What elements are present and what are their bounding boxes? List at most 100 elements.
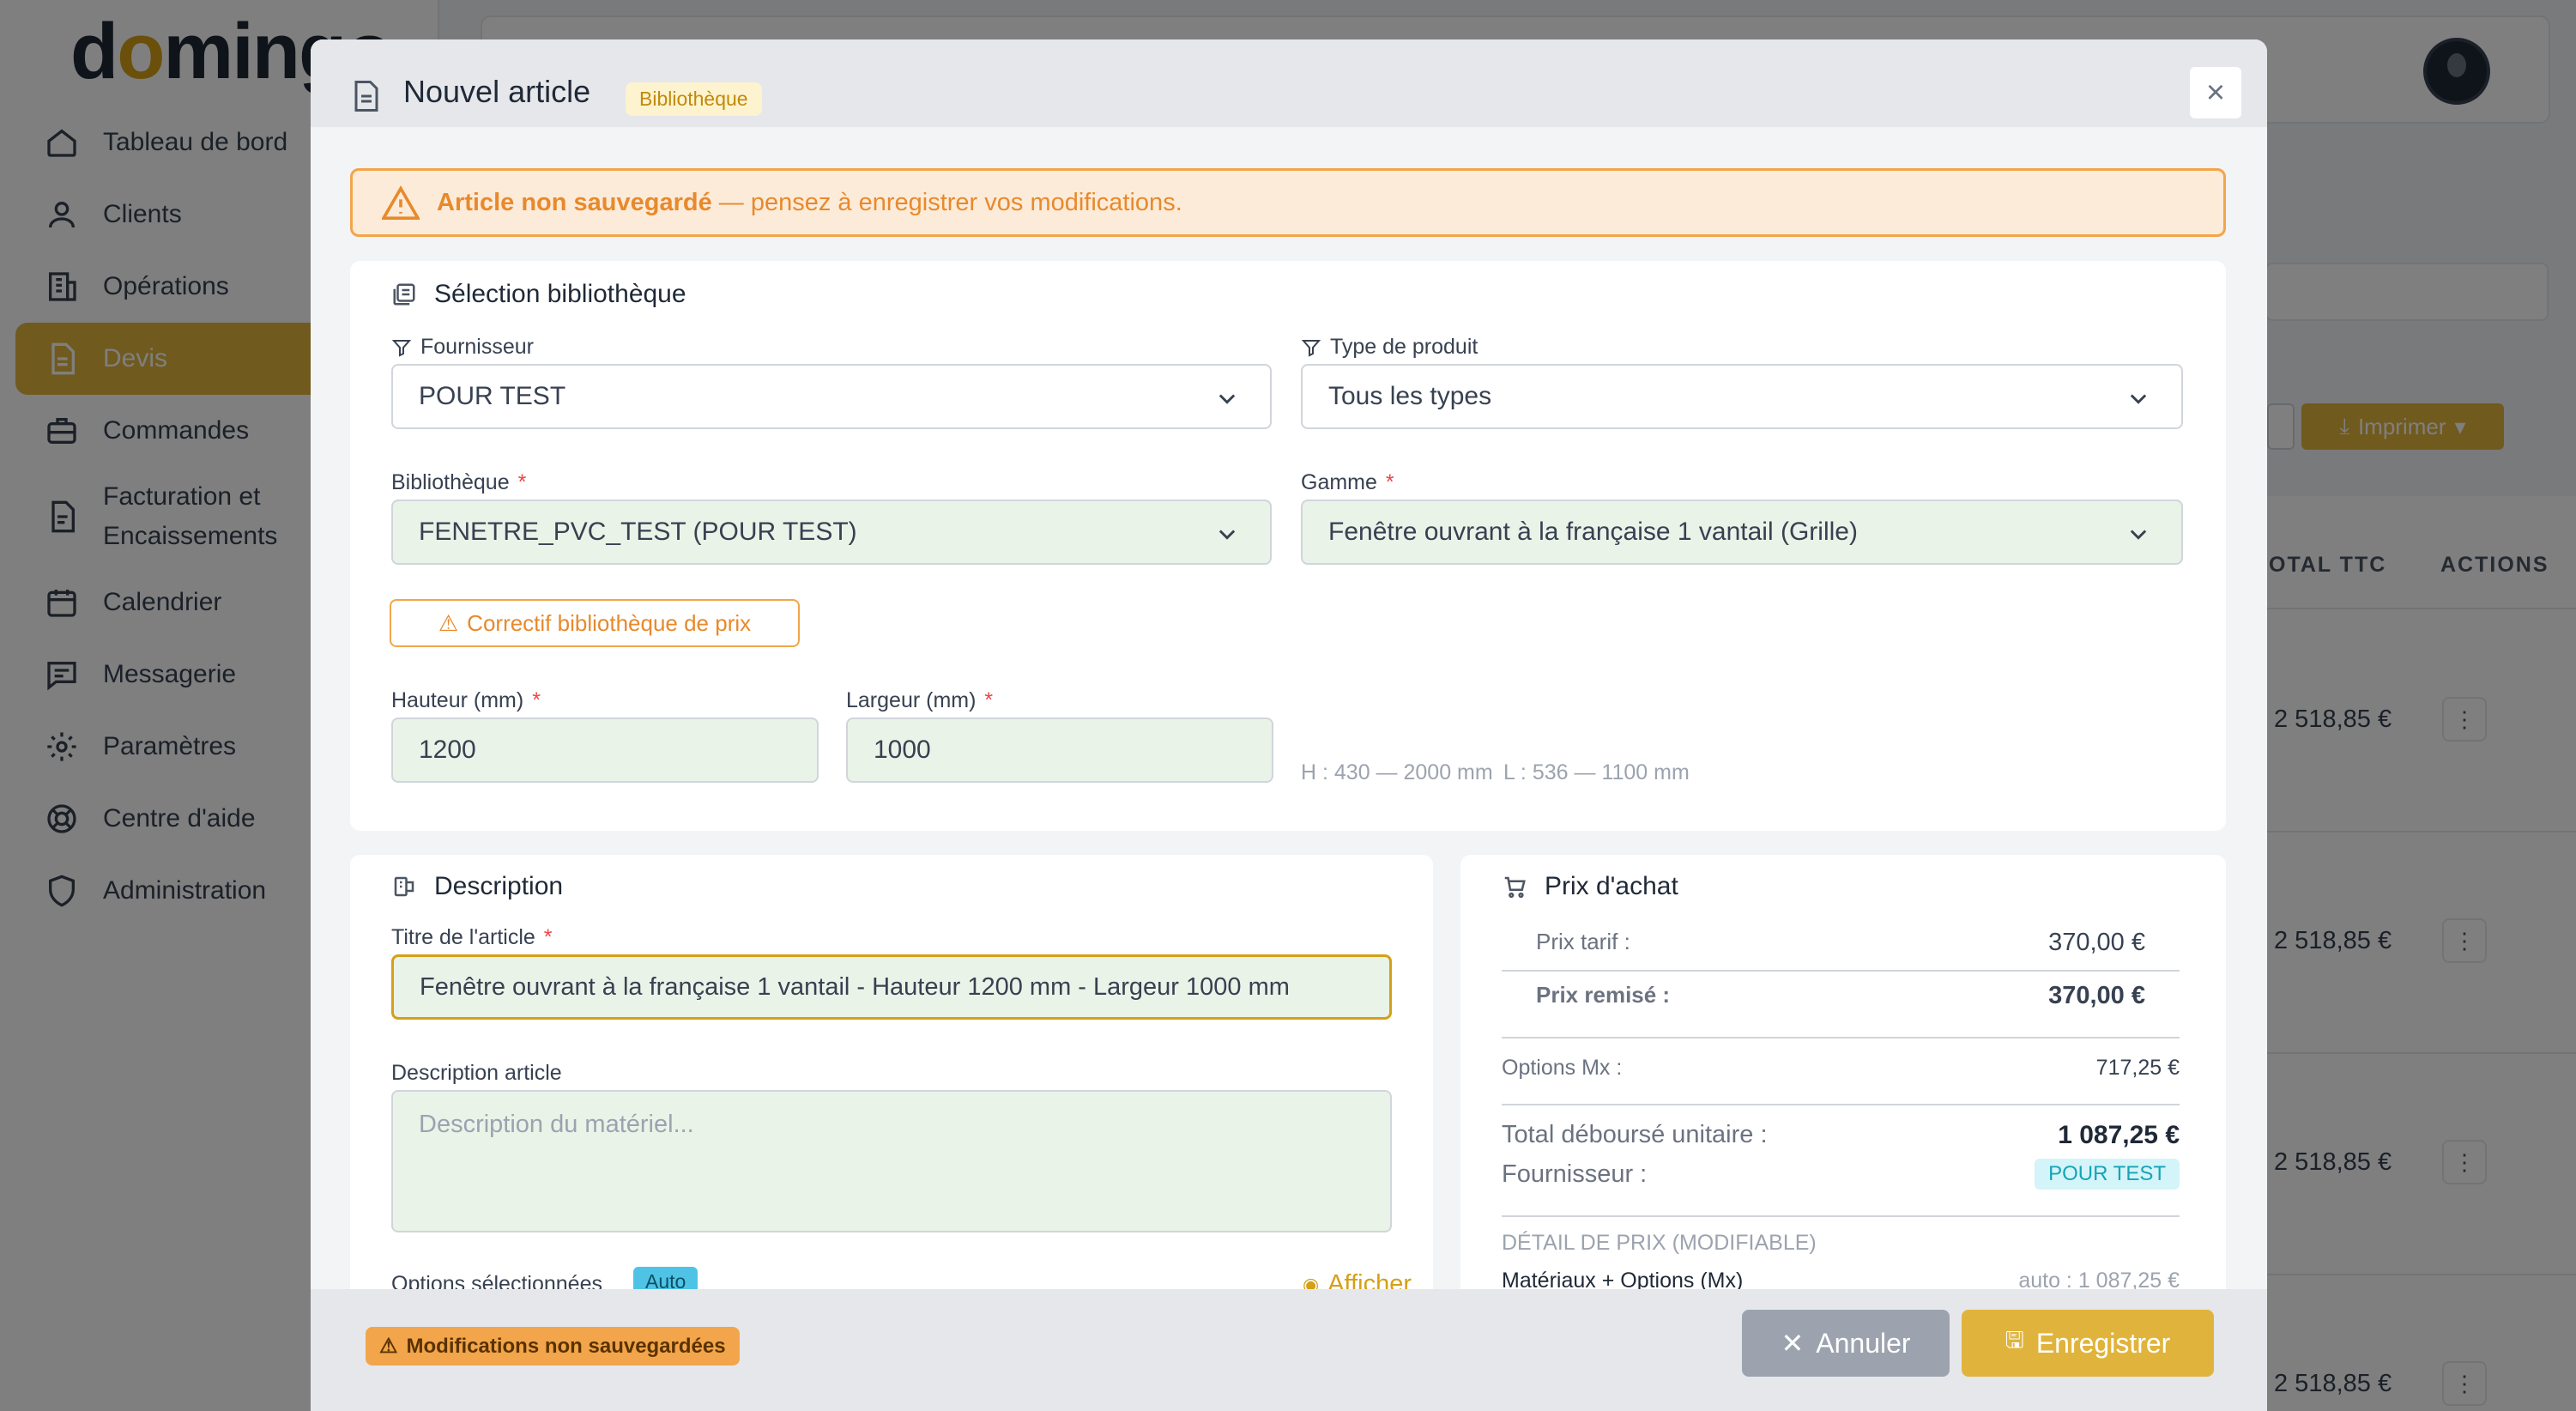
description-card: Description Titre de l'article * Fenêtre … (350, 855, 1433, 1329)
modal-footer: ⚠ Modifications non sauvegardées ✕ Annul… (311, 1289, 2267, 1411)
options-mx-value: 717,25 € (2095, 1056, 2180, 1080)
titre-label: Titre de l'article * (391, 925, 553, 950)
tag-icon (394, 876, 414, 897)
required-marker: * (984, 688, 994, 712)
fournisseur-price-label: Fournisseur : (1502, 1160, 1648, 1188)
gamme-select[interactable]: Fenêtre ouvrant à la française 1 vantail… (1301, 500, 2183, 565)
correctif-button[interactable]: ⚠ Correctif bibliothèque de prix (390, 599, 800, 647)
close-icon: ✕ (1781, 1328, 1805, 1359)
modal-header: Nouvel article Bibliothèque × (311, 39, 2267, 127)
modal-body: Article non sauvegardé — pensez à enregi… (311, 127, 2267, 1329)
close-button[interactable]: × (2188, 65, 2243, 120)
modal-title: Nouvel article (403, 74, 591, 109)
chevron-down-icon (1218, 394, 1236, 404)
options-mx-label: Options Mx : (1502, 1056, 1623, 1080)
largeur-range-hint: L : 536 — 1100 mm (1503, 760, 1690, 784)
hauteur-input[interactable]: 1200 (391, 718, 819, 783)
gamme-label-text: Gamme (1301, 470, 1377, 494)
bibliotheque-label-text: Bibliothèque (391, 470, 510, 494)
card-title-text: Prix d'achat (1545, 872, 1678, 900)
hauteur-range-hint: H : 430 — 2000 mm (1301, 760, 1493, 784)
total-row: Total déboursé unitaire : 1 087,25 € (1502, 1121, 2180, 1150)
required-marker: * (543, 925, 553, 949)
card-title: Sélection bibliothèque (391, 280, 686, 309)
save-button-label: Enregistrer (2035, 1327, 2171, 1359)
library-selection-card: Sélection bibliothèque Fournisseur POUR … (350, 261, 2226, 831)
total-label: Total déboursé unitaire : (1502, 1121, 1768, 1148)
prix-remise-row: Prix remisé : 370,00 € (1502, 982, 2180, 1010)
fournisseur-value: POUR TEST (419, 382, 566, 410)
warning-icon (382, 185, 420, 220)
library-icon (393, 283, 415, 306)
largeur-input[interactable]: 1000 (846, 718, 1273, 783)
titre-label-text: Titre de l'article (391, 925, 535, 949)
alert-text: — pensez à enregistrer vos modifications… (711, 188, 1182, 216)
description-label: Description article (391, 1061, 562, 1086)
titre-value: Fenêtre ouvrant à la française 1 vantail… (420, 972, 1290, 1001)
description-label-text: Description article (391, 1061, 562, 1085)
card-title: Prix d'achat (1502, 872, 1678, 901)
new-article-modal: Nouvel article Bibliothèque × Article no… (311, 39, 2267, 1411)
divider (1502, 1215, 2180, 1217)
prix-tarif-label: Prix tarif : (1536, 929, 1630, 954)
close-icon: × (2205, 74, 2226, 111)
card-title-text: Sélection bibliothèque (434, 280, 686, 308)
save-icon: 🖫 (2005, 1327, 2024, 1353)
type-value: Tous les types (1328, 382, 1492, 410)
gamme-label: Gamme * (1301, 470, 1394, 495)
cart-icon (1504, 876, 1526, 899)
fournisseur-select[interactable]: POUR TEST (391, 364, 1272, 429)
unsaved-badge-text: Modifications non sauvegardées (406, 1334, 726, 1358)
fournisseur-row: Fournisseur : POUR TEST (1502, 1159, 2180, 1190)
largeur-label: Largeur (mm) * (846, 688, 993, 713)
fournisseur-label-text: Fournisseur (420, 335, 534, 359)
gamme-value: Fenêtre ouvrant à la française 1 vantail… (1328, 518, 1858, 546)
unsaved-alert: Article non sauvegardé — pensez à enregi… (350, 168, 2226, 237)
largeur-value: 1000 (874, 736, 931, 764)
required-marker: * (532, 688, 541, 712)
cancel-button-label: Annuler (1816, 1327, 1911, 1359)
correctif-button-label: Correctif bibliothèque de prix (467, 609, 752, 636)
total-value: 1 087,25 € (2058, 1121, 2180, 1149)
titre-input[interactable]: Fenêtre ouvrant à la française 1 vantail… (391, 954, 1392, 1020)
document-icon (354, 81, 378, 112)
card-title-text: Description (434, 872, 564, 900)
fournisseur-label: Fournisseur (391, 335, 534, 360)
options-mx-row: Options Mx : 717,25 € (1502, 1056, 2180, 1081)
required-marker: * (1385, 470, 1394, 494)
hauteur-label: Hauteur (mm) * (391, 688, 541, 713)
fournisseur-badge: POUR TEST (2035, 1159, 2180, 1190)
prix-tarif-value: 370,00 € (2048, 929, 2145, 956)
hauteur-label-text: Hauteur (mm) (391, 688, 524, 712)
description-placeholder: Description du matériel... (419, 1111, 694, 1138)
cancel-button[interactable]: ✕ Annuler (1742, 1310, 1950, 1377)
detail-title-row: DÉTAIL DE PRIX (MODIFIABLE) (1502, 1231, 2180, 1256)
chevron-down-icon (2130, 530, 2147, 540)
largeur-label-text: Largeur (mm) (846, 688, 977, 712)
warning-icon: ⚠ (379, 1335, 398, 1358)
required-marker: * (517, 470, 527, 494)
alert-strong: Article non sauvegardé (437, 188, 712, 216)
chevron-down-icon (2130, 394, 2147, 404)
warning-icon: ⚠ (438, 609, 459, 636)
save-button[interactable]: 🖫 Enregistrer (1962, 1310, 2214, 1377)
type-select[interactable]: Tous les types (1301, 364, 2183, 429)
prix-remise-value: 370,00 € (2048, 982, 2145, 1009)
card-title: Description (391, 872, 563, 901)
bibliotheque-value: FENETRE_PVC_TEST (POUR TEST) (419, 518, 857, 546)
description-textarea[interactable]: Description du matériel... (391, 1090, 1392, 1232)
unsaved-badge: ⚠ Modifications non sauvegardées (366, 1327, 740, 1366)
bibliotheque-label: Bibliothèque * (391, 470, 526, 495)
bibliotheque-select[interactable]: FENETRE_PVC_TEST (POUR TEST) (391, 500, 1272, 565)
chevron-down-icon (1218, 530, 1236, 540)
purchase-price-card: Prix d'achat Prix tarif : 370,00 € Prix … (1460, 855, 2226, 1329)
divider (1502, 1037, 2180, 1039)
divider (1502, 970, 2180, 972)
divider (1502, 1104, 2180, 1105)
prix-tarif-row: Prix tarif : 370,00 € (1502, 929, 2180, 957)
detail-title: DÉTAIL DE PRIX (MODIFIABLE) (1502, 1231, 1817, 1255)
hauteur-value: 1200 (419, 736, 476, 764)
library-badge: Bibliothèque (626, 82, 762, 116)
filter-icon (1301, 339, 1321, 357)
type-label: Type de produit (1301, 335, 1478, 360)
